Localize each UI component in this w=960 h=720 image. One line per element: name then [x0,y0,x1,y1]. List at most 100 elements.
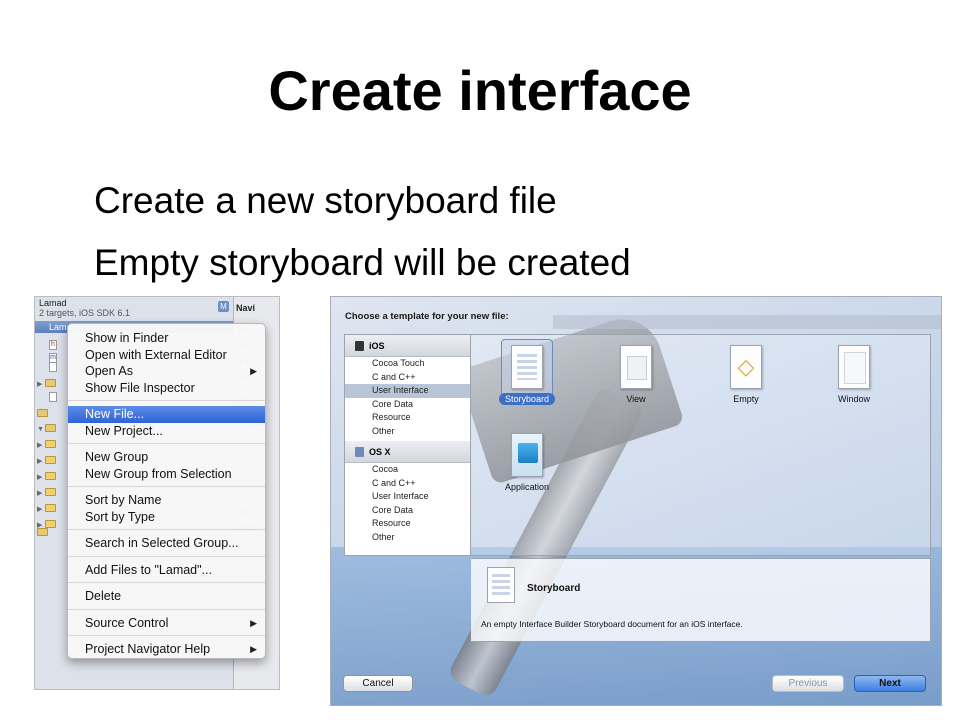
menu-item[interactable]: New Project... [68,423,265,440]
menu-item-label: New Project... [85,423,163,438]
category-item[interactable]: Other [345,531,470,545]
folder-icon [37,409,48,417]
category-item[interactable]: Other [345,425,470,439]
next-button[interactable]: Next [854,675,926,692]
window-icon [838,345,870,389]
disclosure-triangle-icon[interactable]: ▶ [37,471,45,484]
template-chooser-dialog: Choose a template for your new file: iOS… [330,296,942,706]
template-empty[interactable]: Empty [701,345,791,405]
previous-button[interactable]: Previous [772,675,844,692]
framework-icon [45,488,56,496]
menu-item-label: Source Control [85,615,169,630]
menu-item[interactable]: Search in Selected Group... [68,535,265,552]
disclosure-triangle-icon[interactable]: ▶ [37,487,45,500]
category-item[interactable]: Core Data [345,504,470,518]
template-storyboard[interactable]: Storyboard [482,345,572,405]
menu-item[interactable]: New File... [68,406,265,423]
submenu-arrow-icon: ▶ [250,366,257,376]
category-item[interactable]: Cocoa [345,463,470,477]
folder-icon [45,379,56,387]
menu-item[interactable]: Delete [68,588,265,605]
category-item[interactable]: Resource [345,517,470,531]
menu-separator [68,486,265,487]
bullet-1: Create a new storyboard file [94,180,557,221]
template-grid: Storyboard View Empty Window Application [471,334,931,556]
menu-item[interactable]: Add Files to "Lamad"... [68,562,265,579]
menu-item[interactable]: Project Navigator Help ▶ [68,641,265,658]
template-label: Storyboard [498,393,556,405]
description-text: An empty Interface Builder Storyboard do… [481,619,743,629]
category-item[interactable]: Core Data [345,398,470,412]
menu-separator [68,400,265,401]
template-application[interactable]: Application [482,433,572,493]
menu-item-label: Search in Selected Group... [85,536,239,550]
menu-item-label: New File... [85,407,145,421]
side-panel-header: Navi [236,303,256,313]
menu-separator [68,582,265,583]
menu-item[interactable]: New Group from Selection [68,466,265,483]
menu-item[interactable]: Source Control ▶ [68,615,265,632]
cancel-button[interactable]: Cancel [343,675,413,692]
disclosure-triangle-icon[interactable]: ▶ [37,503,45,516]
template-label: Window [837,394,870,404]
modified-badge: M [218,301,229,312]
empty-icon [730,345,762,389]
finder-icon [355,447,364,457]
category-item[interactable]: C and C++ [345,371,470,385]
template-window[interactable]: Window [809,345,899,405]
folder-icon [37,528,48,536]
menu-item[interactable]: Show in Finder [68,330,265,347]
framework-icon [45,456,56,464]
menu-item-label: New Group from Selection [85,466,232,481]
framework-icon [45,472,56,480]
dialog-heading: Choose a template for your new file: [345,311,509,322]
osx-category-items: Cocoa C and C++ User Interface Core Data Res… [345,463,470,544]
project-subtitle: 2 targets, iOS SDK 6.1 [39,308,131,318]
category-item[interactable]: Cocoa Touch [345,357,470,371]
category-group-label: OS X [369,447,391,457]
menu-item-label: Show in Finder [85,331,169,345]
menu-item[interactable]: Open with External Editor [68,347,265,364]
menu-item[interactable]: Sort by Type [68,509,265,526]
file-icon [49,392,57,402]
description-title: Storyboard [527,583,581,594]
menu-item[interactable]: Open As ▶ [68,363,265,380]
file-icon [49,362,57,372]
category-item[interactable]: User Interface [345,384,470,398]
disclosure-triangle-icon[interactable]: ▶ [37,455,45,468]
menu-item-label: Open As [85,364,133,378]
menu-item[interactable]: Sort by Name [68,492,265,509]
category-group-ios: iOS [345,335,470,357]
menu-separator [68,608,265,610]
menu-separator [68,635,265,636]
storyboard-icon [511,345,543,389]
template-category-list: iOS Cocoa Touch C and C++ User Interface Co… [344,334,471,556]
menu-item-label: Show File Inspector [85,380,195,395]
submenu-arrow-icon: ▶ [250,617,257,628]
context-menu: Show in Finder Open with External Editor O… [67,323,266,659]
menu-item-label: Add Files to "Lamad"... [85,562,212,577]
template-label: Application [504,482,550,492]
view-icon [620,345,652,389]
framework-icon [45,440,56,448]
menu-item[interactable]: Show File Inspector [68,380,265,397]
disclosure-triangle-icon[interactable]: ▶ [37,378,45,391]
template-view[interactable]: View [591,345,681,405]
menu-item-label: Open with External Editor [85,347,227,362]
menu-item-label: Project Navigator Help [85,642,211,656]
project-header[interactable]: Lamad 2 targets, iOS SDK 6.1 M [35,297,233,319]
menu-item-label: New Group [85,450,149,464]
bullet-2: Empty storyboard will be created [94,242,631,283]
disclosure-triangle-icon[interactable]: ▶ [37,439,45,452]
background-tab-strip [553,315,941,329]
disclosure-triangle-icon[interactable]: ▼ [37,423,45,436]
slide-title: Create interface [268,59,692,122]
menu-item-label: Delete [85,589,122,603]
category-item[interactable]: Resource [345,411,470,425]
category-item[interactable]: C and C++ [345,477,470,491]
application-icon [511,433,543,477]
iphone-icon [355,341,364,351]
category-item[interactable]: User Interface [345,490,470,504]
menu-item[interactable]: New Group [68,449,265,466]
menu-item-label: Sort by Type [85,509,155,524]
